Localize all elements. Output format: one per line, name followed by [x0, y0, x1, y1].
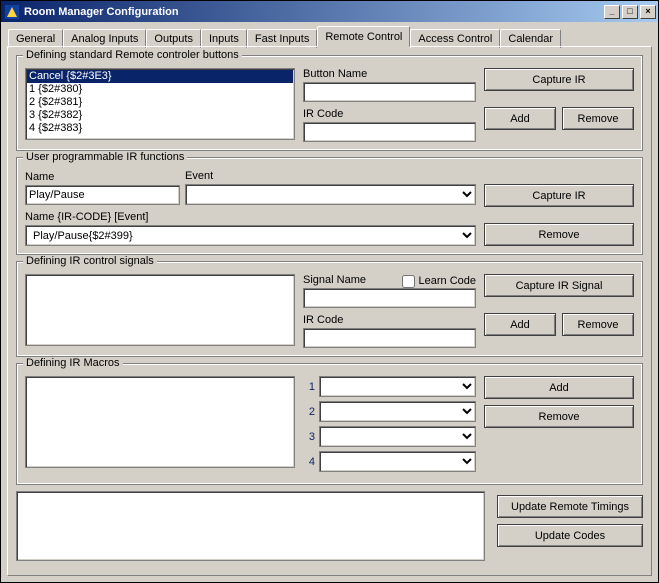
ir-code-label: IR Code [303, 108, 476, 120]
macro-select-3[interactable] [319, 426, 476, 447]
macro-select-2[interactable] [319, 401, 476, 422]
tab-body: Defining standard Remote controler butto… [7, 46, 652, 576]
macro-remove-button[interactable]: Remove [484, 405, 634, 428]
macro-num-4: 4 [303, 456, 315, 468]
user-name-input[interactable] [25, 185, 180, 205]
tab-remote-control[interactable]: Remote Control [317, 26, 410, 47]
group-signals-title: Defining IR control signals [23, 255, 157, 267]
macro-select-1[interactable] [319, 376, 476, 397]
window: Room Manager Configuration _ □ × General… [0, 0, 659, 583]
group-macros: Defining IR Macros 1 2 3 4 Add Remove [16, 363, 643, 485]
tabstrip: General Analog Inputs Outputs Inputs Fas… [7, 26, 652, 47]
capture-ir-signal-button[interactable]: Capture IR Signal [484, 274, 634, 297]
group-signals: Defining IR control signals Signal Name … [16, 261, 643, 357]
group-standard-title: Defining standard Remote controler butto… [23, 49, 242, 61]
group-macros-title: Defining IR Macros [23, 357, 123, 369]
user-event-select[interactable] [185, 184, 476, 205]
add-button[interactable]: Add [484, 107, 556, 130]
user-combo-select[interactable]: Play/Pause{$2#399} [25, 225, 476, 246]
signal-name-input[interactable] [303, 288, 476, 308]
user-name-label: Name [25, 171, 185, 183]
button-name-label: Button Name [303, 68, 476, 80]
learn-code-checkbox[interactable] [402, 275, 415, 288]
user-combo-label: Name {IR-CODE} [Event] [25, 211, 476, 223]
signal-ir-code-input[interactable] [303, 328, 476, 348]
signal-name-label: Signal Name [303, 274, 402, 286]
macro-select-4[interactable] [319, 451, 476, 472]
user-event-label: Event [185, 170, 476, 182]
log-textarea[interactable] [16, 491, 485, 561]
button-name-input[interactable] [303, 82, 476, 102]
app-icon [4, 4, 20, 20]
list-item[interactable]: 1 {$2#380} [27, 83, 293, 96]
user-remove-button[interactable]: Remove [484, 223, 634, 246]
standard-buttons-list[interactable]: Cancel {$2#3E3} 1 {$2#380} 2 {$2#381} 3 … [25, 68, 295, 140]
update-codes-button[interactable]: Update Codes [497, 524, 643, 547]
close-button[interactable]: × [640, 5, 656, 19]
learn-code-label: Learn Code [419, 275, 477, 287]
macro-num-1: 1 [303, 381, 315, 393]
list-item[interactable]: Cancel {$2#3E3} [27, 70, 293, 83]
group-standard-buttons: Defining standard Remote controler butto… [16, 55, 643, 151]
group-user-ir: User programmable IR functions Name Even… [16, 157, 643, 255]
minimize-button[interactable]: _ [604, 5, 620, 19]
list-item[interactable]: 4 {$2#383} [27, 122, 293, 135]
signal-remove-button[interactable]: Remove [562, 313, 634, 336]
signal-add-button[interactable]: Add [484, 313, 556, 336]
list-item[interactable]: 2 {$2#381} [27, 96, 293, 109]
macro-num-3: 3 [303, 431, 315, 443]
macro-num-2: 2 [303, 406, 315, 418]
signals-list[interactable] [25, 274, 295, 346]
macro-add-button[interactable]: Add [484, 376, 634, 399]
update-remote-timings-button[interactable]: Update Remote Timings [497, 495, 643, 518]
titlebar: Room Manager Configuration _ □ × [1, 1, 658, 22]
group-user-title: User programmable IR functions [23, 151, 187, 163]
content: General Analog Inputs Outputs Inputs Fas… [1, 22, 658, 582]
user-capture-ir-button[interactable]: Capture IR [484, 184, 634, 207]
ir-code-input[interactable] [303, 122, 476, 142]
list-item[interactable]: 3 {$2#382} [27, 109, 293, 122]
remove-button[interactable]: Remove [562, 107, 634, 130]
signal-ir-code-label: IR Code [303, 314, 476, 326]
maximize-button[interactable]: □ [622, 5, 638, 19]
window-title: Room Manager Configuration [24, 6, 602, 18]
macros-list[interactable] [25, 376, 295, 468]
capture-ir-button[interactable]: Capture IR [484, 68, 634, 91]
